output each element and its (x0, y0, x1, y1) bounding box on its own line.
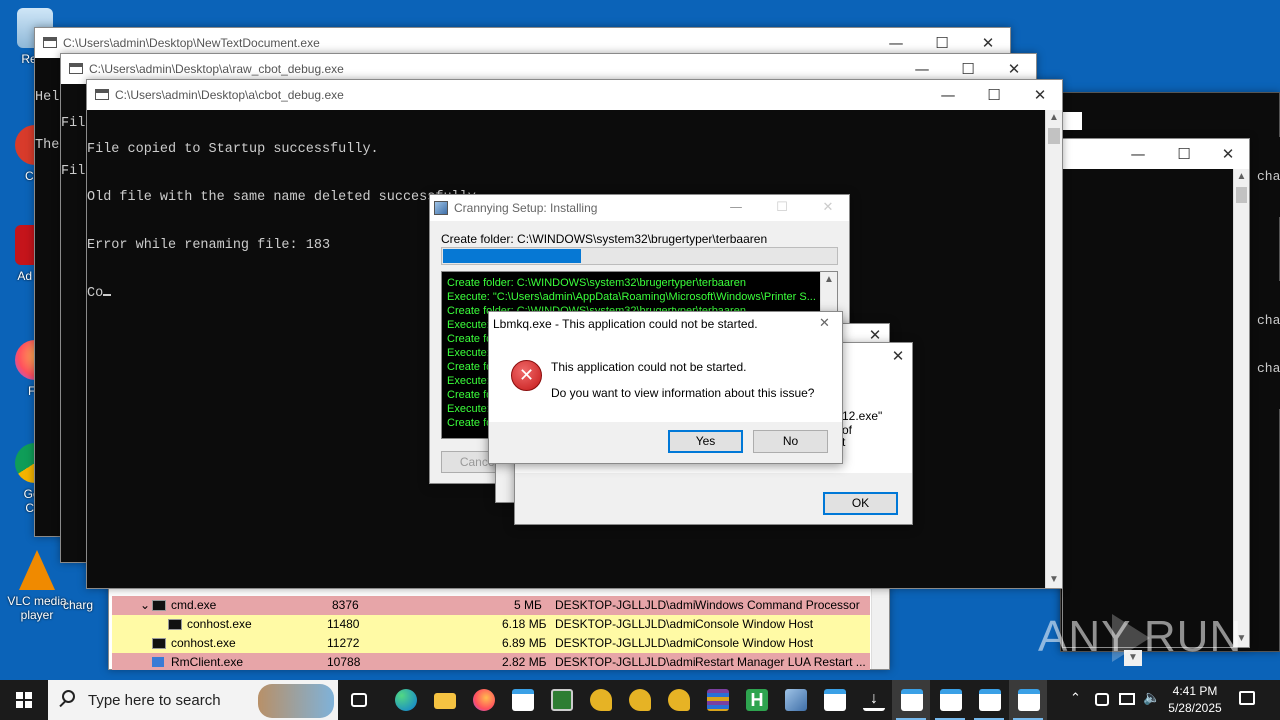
console-output: Fil Fil (61, 84, 87, 179)
taskbar-console-2[interactable] (931, 680, 969, 720)
console-text: cha (1257, 137, 1280, 217)
key-icon (668, 689, 690, 711)
scroll-up-icon: ▲ (1236, 171, 1247, 182)
maximize-button[interactable]: ☐ (971, 80, 1017, 110)
volume-icon[interactable]: 🔈 (1143, 690, 1160, 706)
table-row[interactable]: conhost.exe 11480 6.18 МБ DESKTOP-JGLLJL… (112, 615, 870, 634)
scroll-up-icon: ▲ (824, 274, 834, 285)
h-icon: H (746, 689, 768, 711)
application-error-dialog: Lbmkq.exe - This application could not b… (488, 311, 843, 464)
taskbar-download-app[interactable]: ↓ (854, 680, 892, 720)
taskbar-key-app-2[interactable] (620, 680, 658, 720)
title-bar: Crannying Setup: Installing — ☐ ✕ (430, 195, 849, 221)
archive-icon (707, 689, 729, 711)
console-icon (69, 63, 83, 74)
table-row[interactable]: RmClient.exe 10788 2.82 МБ DESKTOP-JGLLJ… (112, 653, 870, 670)
console-icon (168, 619, 182, 630)
close-button[interactable]: ✕ (1017, 80, 1063, 110)
taskbar-setup-app[interactable] (776, 680, 814, 720)
taskbar-window-app-2[interactable] (815, 680, 853, 720)
expand-chevron-icon: ⌄ (140, 598, 151, 612)
search-box[interactable]: Type here to search (48, 680, 338, 720)
tray-device-icon[interactable] (1095, 693, 1109, 706)
cmd-icon (152, 600, 166, 611)
scroll-up-icon: ▲ (1049, 112, 1059, 123)
clock[interactable]: 4:41 PM 5/28/2025 (1162, 683, 1228, 717)
taskbar-window-app[interactable] (503, 680, 541, 720)
download-icon: ↓ (863, 689, 885, 711)
close-button[interactable]: ✕ (805, 193, 851, 223)
console-scrollbar[interactable]: ▲ ▼ (1045, 110, 1062, 588)
windows-logo-icon (16, 692, 32, 708)
table-row[interactable]: ⌄ cmd.exe 8376 5 МБ DESKTOP-JGLLJLD\admi… (112, 596, 870, 615)
table-row[interactable]: conhost.exe 11272 6.89 МБ DESKTOP-JGLLJL… (112, 634, 870, 653)
app-icon (152, 657, 164, 667)
key-icon (590, 689, 612, 711)
taskbar-console-3[interactable] (970, 680, 1008, 720)
log-line: Execute: "C:\Users\admin\AppData\Roaming… (447, 291, 816, 303)
search-highlight-illustration (258, 684, 334, 718)
install-progress-bar (441, 247, 838, 265)
close-button[interactable]: ✕ (875, 341, 921, 371)
notifications-icon[interactable] (1239, 691, 1255, 705)
console-icon (940, 689, 962, 711)
taskbar: Type here to search H ↓ ⌃ 🔈 4:41 PM 5/28… (0, 680, 1280, 720)
taskbar-console-4[interactable] (1009, 680, 1047, 720)
no-button[interactable]: No (753, 430, 828, 453)
error-icon: ✕ (511, 360, 542, 391)
console-icon (152, 638, 166, 649)
close-button[interactable]: ✕ (1205, 139, 1251, 169)
key-icon (629, 689, 651, 711)
start-button[interactable] (0, 680, 48, 720)
taskbar-edge[interactable] (386, 680, 424, 720)
minimize-button[interactable]: — (1115, 139, 1161, 169)
play-logo-icon (1112, 614, 1150, 662)
taskbar-key-app-3[interactable] (659, 680, 697, 720)
window-icon (512, 689, 534, 711)
firefox-icon (473, 689, 495, 711)
title-bar: Lbmkq.exe - This application could not b… (489, 312, 842, 422)
installer-icon (785, 689, 807, 711)
task-view-button[interactable] (340, 680, 378, 720)
console-icon (43, 37, 57, 48)
vlc-icon (19, 550, 55, 590)
taskbar-process-hacker[interactable] (542, 680, 580, 720)
console-icon (95, 89, 109, 100)
window-icon (824, 689, 846, 711)
title-bar: C:\Users\admin\Desktop\a\cbot_debug.exe … (87, 80, 1062, 110)
taskbar-archive-app[interactable] (698, 680, 736, 720)
maximize-button[interactable]: ☐ (759, 193, 805, 223)
scroll-down-icon: ▼ (1049, 574, 1059, 585)
background-console-window-2: — ☐ ✕ ▲ ▼ (1062, 138, 1250, 648)
progress-fill (443, 249, 581, 263)
desktop-icon-charg[interactable]: charg (58, 598, 98, 612)
folder-icon (434, 693, 456, 709)
task-view-icon (351, 693, 367, 707)
minimize-button[interactable]: — (713, 193, 759, 223)
yes-button[interactable]: Yes (668, 430, 743, 453)
console-icon (901, 689, 923, 711)
taskbar-key-app-1[interactable] (581, 680, 619, 720)
network-icon[interactable] (1119, 693, 1135, 705)
taskbar-firefox[interactable] (464, 680, 502, 720)
log-line: Create folder: C:\WINDOWS\system32\bruge… (447, 277, 746, 289)
taskbar-console-1[interactable] (892, 680, 930, 720)
minimize-button[interactable]: — (925, 80, 971, 110)
console-scrollbar[interactable]: ▲ ▼ (1233, 169, 1249, 647)
monitor-icon (551, 689, 573, 711)
console-icon (1018, 689, 1040, 711)
edge-icon (395, 689, 417, 711)
taskbar-hex-editor[interactable]: H (737, 680, 775, 720)
background-window-strip (1062, 112, 1082, 130)
taskbar-file-explorer[interactable] (425, 680, 463, 720)
tray-chevron-icon[interactable]: ⌃ (1070, 691, 1081, 706)
text-cursor (103, 294, 112, 296)
install-status-text: Create folder: C:\WINDOWS\system32\bruge… (441, 232, 768, 246)
ok-button[interactable]: OK (823, 492, 898, 515)
installer-icon (434, 201, 448, 215)
console-icon (979, 689, 1001, 711)
search-icon-handle (59, 700, 66, 708)
maximize-button[interactable]: ☐ (1161, 139, 1207, 169)
close-button[interactable]: ✕ (819, 316, 830, 331)
